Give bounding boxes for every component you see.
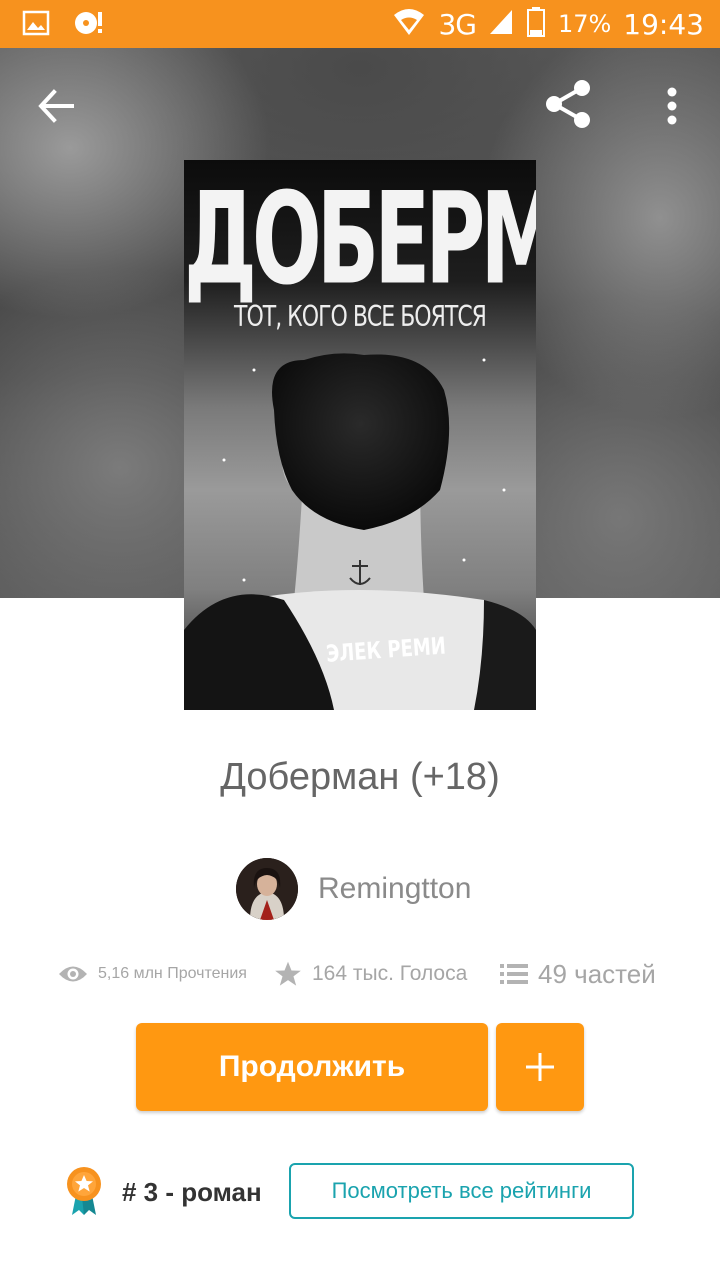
stat-votes: 164 тыс. Голоса [274, 950, 467, 998]
ranking-badge: # 3 - роман [66, 1164, 262, 1220]
story-stats: 5,16 млн Прочтения 164 тыс. Голоса 49 ча… [0, 950, 720, 998]
more-options-button[interactable] [648, 78, 696, 134]
cover-subtitle: ТОТ, КОГО ВСЕ БОЯТСЯ [234, 301, 487, 334]
plus-icon [526, 1053, 554, 1081]
award-ribbon-icon [67, 1167, 101, 1215]
network-type: 3G [438, 7, 477, 41]
author-avatar[interactable] [236, 858, 298, 920]
stat-parts: 49 частей [500, 950, 656, 998]
author-name[interactable]: Remingtton [318, 872, 471, 906]
cover-title: ДОБЕРМАН [184, 166, 536, 314]
votes-count: 164 тыс. Голоса [312, 962, 468, 985]
add-to-library-button[interactable] [496, 1023, 584, 1111]
eye-icon [59, 966, 87, 982]
signal-icon [488, 8, 514, 41]
story-title: Доберман (+18) [220, 756, 500, 798]
wifi-icon [392, 7, 426, 42]
reads-count: 5,16 млн Прочтения [98, 965, 247, 982]
stat-reads: 5,16 млн Прочтения [58, 950, 247, 998]
gallery-notification-icon [22, 9, 50, 42]
share-button[interactable] [538, 74, 598, 134]
battery-percent: 17% [557, 10, 612, 38]
share-icon [546, 80, 590, 128]
clock: 19:43 [623, 7, 704, 41]
view-all-rankings-button[interactable]: Посмотреть все рейтинги [289, 1163, 634, 1219]
author-link[interactable]: Remingtton [236, 858, 471, 920]
download-notification-icon [72, 8, 106, 43]
avatar-image [236, 858, 298, 920]
status-bar: 3G 17% 19:43 [0, 0, 720, 48]
parts-count: 49 частей [538, 958, 656, 989]
book-cover[interactable]: ДОБЕРМАН ТОТ, КОГО ВСЕ БОЯТСЯ ЭЛЕК РЕМИ [184, 160, 536, 710]
list-icon [500, 964, 528, 984]
arrow-left-icon [38, 89, 74, 123]
star-icon [275, 961, 301, 986]
back-button[interactable] [28, 78, 84, 134]
ranking-text: # 3 - роман [122, 1176, 262, 1207]
battery-icon [526, 6, 546, 43]
continue-reading-button[interactable]: Продолжить [136, 1023, 488, 1111]
more-vertical-icon [667, 87, 677, 125]
